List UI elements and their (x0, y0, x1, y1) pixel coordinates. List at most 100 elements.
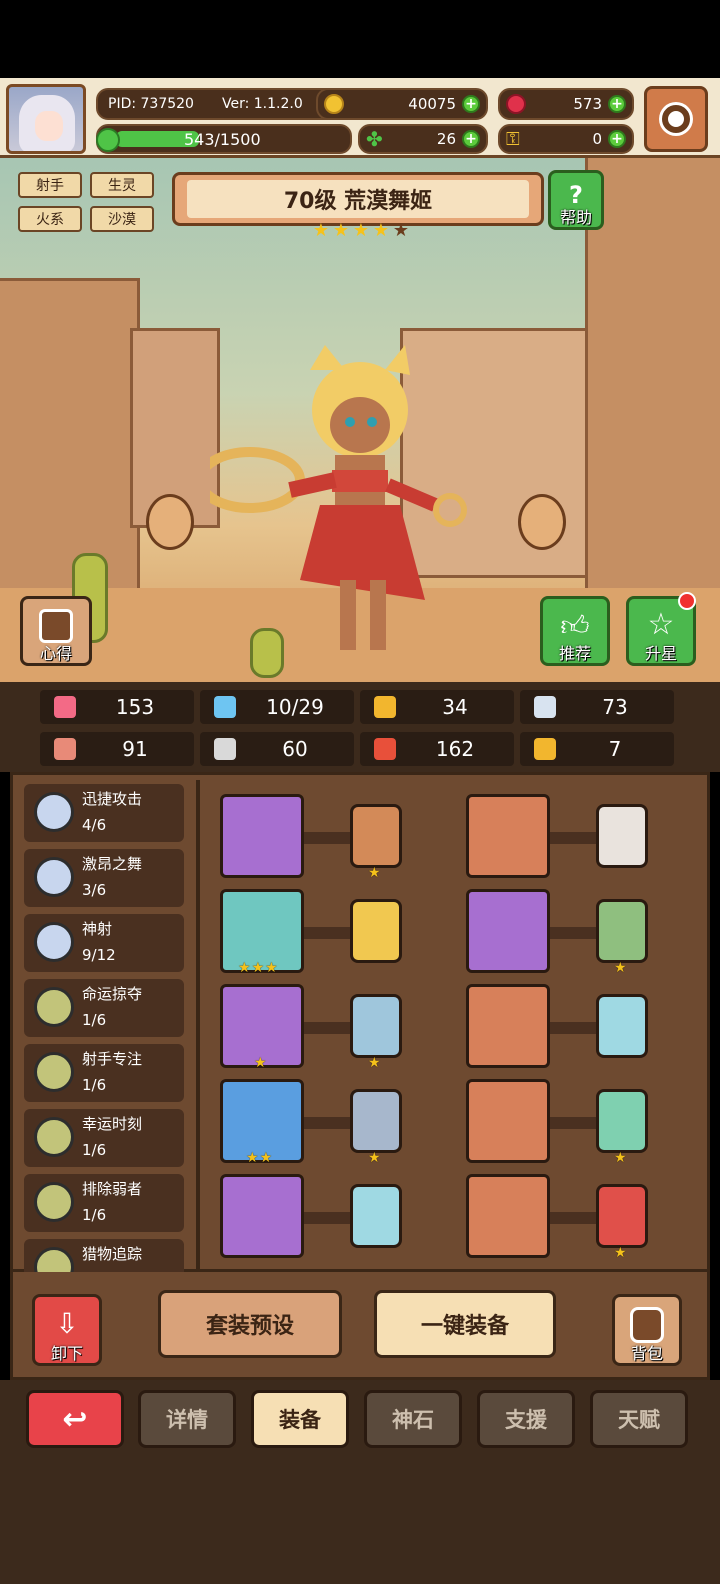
key-counter: ⚿ 0 + (498, 124, 634, 154)
tag-region: 沙漠 (90, 206, 154, 232)
skill-item[interactable]: 射手专注 1/6 (24, 1044, 184, 1102)
left-rune-card[interactable] (350, 994, 402, 1058)
player-avatar[interactable] (6, 84, 86, 154)
right-rune-card[interactable] (596, 1089, 648, 1153)
stat-value: 153 (115, 695, 155, 719)
auto-equip-button[interactable]: 一键装备 (374, 1290, 556, 1358)
star-empty-icon: ★ (392, 220, 410, 241)
settings-gear-button[interactable] (644, 86, 708, 152)
left-rune-card[interactable] (350, 1089, 402, 1153)
tab-4[interactable]: 天赋 (590, 1390, 688, 1448)
bag-button[interactable]: 背包 (612, 1294, 682, 1366)
tab-0[interactable]: 详情 (138, 1390, 236, 1448)
hero-name-banner: 70级 荒漠舞姬 (172, 172, 544, 226)
skill-name: 排除弱者 (82, 1180, 143, 1198)
skill-name: 神射 (82, 920, 113, 938)
bag-label: 背包 (630, 1344, 663, 1363)
card-star-rating: ★ (368, 1056, 381, 1070)
gear-icon (662, 105, 690, 133)
skill-emblem-icon (34, 857, 74, 897)
skill-level: 4/6 (82, 816, 107, 834)
left-equip-slot-ring-icon[interactable] (220, 1174, 304, 1258)
clover-value: 26 (436, 130, 456, 148)
add-key-button[interactable]: + (608, 130, 626, 148)
thumbs-up-icon: 👍︎ (560, 609, 590, 642)
stat-value: 73 (602, 695, 628, 719)
heart-icon (54, 696, 76, 718)
skill-item[interactable]: 猎物追踪 (24, 1239, 184, 1272)
game-version: Ver: 1.1.2.0 (221, 96, 303, 112)
rock-right (585, 158, 720, 608)
skill-level: 9/12 (82, 946, 116, 964)
info-pill: PID: 737520 Ver: 1.1.2.0 (96, 88, 340, 120)
skill-item[interactable]: 神射 9/12 (24, 914, 184, 972)
key-icon: ⚿ (506, 128, 520, 150)
slot-connector (550, 927, 600, 939)
right-rune-card[interactable] (596, 899, 648, 963)
skill-name: 激昂之舞 (82, 855, 143, 873)
arrow-down-icon: ⇩ (55, 1307, 79, 1340)
right-equip-slot-bracelet-icon[interactable] (466, 984, 550, 1068)
key-value: 0 (592, 130, 602, 148)
wing-icon (534, 696, 556, 718)
item-star-rating: ★ ★ (246, 1151, 272, 1165)
avatar-face (35, 111, 63, 141)
card-star-rating: ★ (614, 1151, 627, 1165)
ruby-gem-icon (506, 94, 526, 114)
skill-item[interactable]: 激昂之舞 3/6 (24, 849, 184, 907)
right-equip-slot-shoulder-icon[interactable] (466, 889, 550, 973)
unequip-button[interactable]: ⇩ 卸下 (32, 1294, 102, 1366)
left-equip-slot-bow-icon[interactable] (220, 794, 304, 878)
skill-item[interactable]: 幸运时刻 1/6 (24, 1109, 184, 1167)
slot-connector (304, 832, 354, 844)
add-clover-button[interactable]: + (462, 130, 480, 148)
add-gem-button[interactable]: + (608, 95, 626, 113)
card-star-rating: ★ (614, 1246, 627, 1260)
skill-item[interactable]: 命运掠夺 1/6 (24, 979, 184, 1037)
skill-emblem-icon (34, 922, 74, 962)
notes-button[interactable]: 心得 (20, 596, 92, 666)
backpack-icon (630, 1307, 664, 1343)
slot-connector (550, 1117, 600, 1129)
skill-item[interactable]: 迅捷攻击 4/6 (24, 784, 184, 842)
star-icon: ★ (265, 960, 278, 976)
stat-heart: 153 (40, 690, 194, 724)
right-equip-slot-boots-icon[interactable] (466, 1174, 550, 1258)
left-rune-card[interactable] (350, 804, 402, 868)
preset-button[interactable]: 套装预设 (158, 1290, 342, 1358)
skill-list[interactable]: 迅捷攻击 4/6 激昂之舞 3/6 神射 9/12 命运掠夺 1/6 射手专注 1/6 幸运时刻 1/… (24, 784, 190, 1272)
skill-name: 猎物追踪 (82, 1245, 143, 1263)
skill-item[interactable]: 排除弱者 1/6 (24, 1174, 184, 1232)
card-star-rating: ★ (368, 1151, 381, 1165)
skill-emblem-icon (34, 1117, 74, 1157)
right-rune-card[interactable] (596, 1184, 648, 1248)
back-button[interactable]: ↩ (26, 1390, 124, 1448)
stat-value: 10/29 (266, 695, 324, 719)
stat-value: 7 (608, 737, 622, 761)
equipment-grid: ★ ★ ★ ★ ★ ★ ★ ★ ★ ★ ★ ★ (200, 784, 700, 1272)
right-equip-slot-belt-icon[interactable] (466, 1079, 550, 1163)
right-rune-card[interactable] (596, 994, 648, 1058)
left-rune-card[interactable] (350, 899, 402, 963)
star-icon: ★ (368, 1150, 381, 1166)
add-gold-button[interactable]: + (462, 95, 480, 113)
skill-level: 1/6 (82, 1206, 107, 1224)
tab-2[interactable]: 神石 (364, 1390, 462, 1448)
next-hero-stone-icon[interactable] (518, 494, 566, 550)
right-rune-card[interactable] (596, 804, 648, 868)
item-star-rating: ★ (254, 1056, 267, 1070)
tab-3[interactable]: 支援 (477, 1390, 575, 1448)
left-rune-card[interactable] (350, 1184, 402, 1248)
recommend-button[interactable]: 👍︎ 推荐 (540, 596, 610, 666)
skill-emblem-icon (34, 1182, 74, 1222)
star-outline-icon: ☆ (647, 607, 675, 642)
skill-emblem-icon (34, 1052, 74, 1092)
right-equip-slot-armor-icon[interactable] (466, 794, 550, 878)
help-button[interactable]: ? 帮助 (548, 170, 604, 230)
stat-value: 162 (435, 737, 475, 761)
star-icon: ★ (368, 1055, 381, 1071)
skill-name: 幸运时刻 (82, 1115, 143, 1133)
prev-hero-stone-icon[interactable] (146, 494, 194, 550)
tab-1[interactable]: 装备 (251, 1390, 349, 1448)
energy-value: 543/1500 (184, 130, 261, 149)
